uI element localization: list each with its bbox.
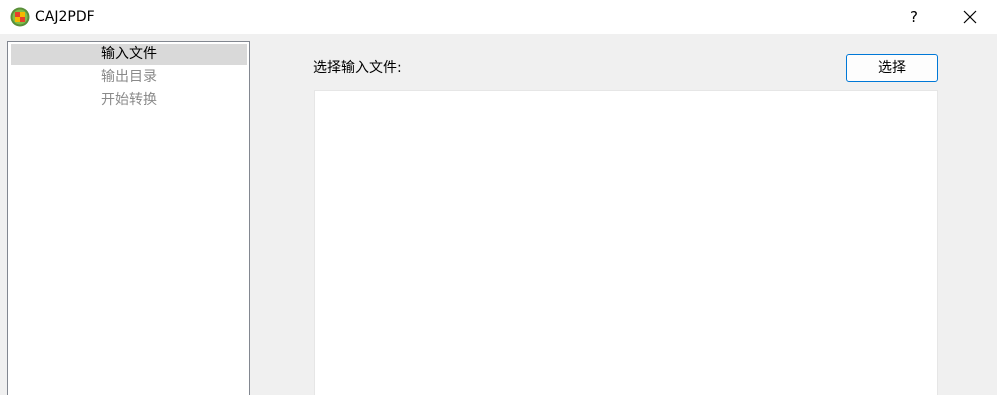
nav-item-output-directory[interactable]: 输出目录	[11, 67, 247, 88]
nav-item-input-files[interactable]: 输入文件	[11, 44, 247, 65]
close-button[interactable]	[952, 2, 988, 32]
caj2pdf-window: CAJ2PDF ? 输入文件 输出目录 开始转换 选择输入文件: 选择	[0, 0, 997, 395]
help-button[interactable]: ?	[898, 2, 930, 32]
input-file-list[interactable]	[314, 90, 938, 395]
title-bar[interactable]: CAJ2PDF ?	[0, 0, 997, 34]
select-button[interactable]: 选择	[846, 54, 938, 82]
close-icon	[963, 10, 977, 24]
app-logo-icon	[10, 7, 30, 27]
window-title: CAJ2PDF	[35, 9, 95, 25]
step-list[interactable]: 输入文件 输出目录 开始转换	[7, 41, 250, 395]
nav-item-start-conversion[interactable]: 开始转换	[11, 90, 247, 111]
select-input-file-label: 选择输入文件:	[313, 60, 402, 76]
